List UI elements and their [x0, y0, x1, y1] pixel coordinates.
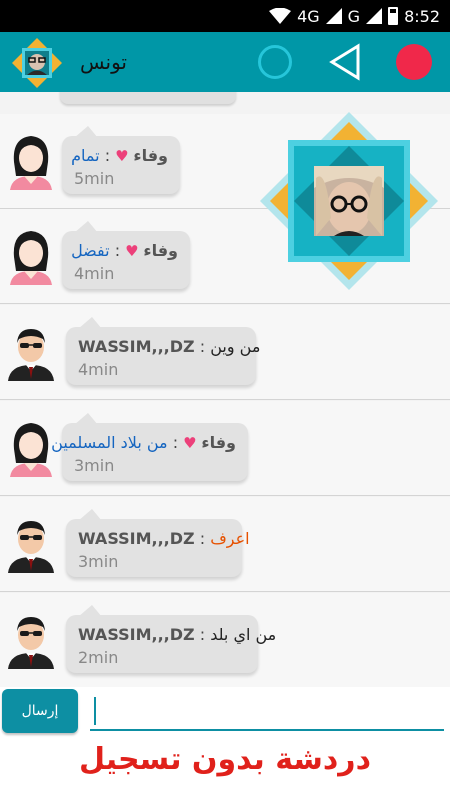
separator: : — [194, 625, 211, 644]
female-avatar[interactable] — [6, 227, 56, 285]
chat-header: تونس — [0, 32, 450, 92]
male-avatar[interactable] — [6, 515, 56, 573]
message-row[interactable]: وفاء ♥ : من بلاد المسلمين 3min — [0, 401, 450, 496]
message-line: WASSIM,,,DZ : من اي بلد — [78, 625, 276, 644]
room-title: تونس — [80, 50, 127, 74]
message-line: WASSIM,,,DZ : اعرف — [78, 529, 250, 548]
heart-icon: ♥ — [183, 434, 202, 452]
battery-icon — [388, 7, 399, 25]
record-button[interactable] — [396, 44, 432, 80]
message-input[interactable] — [90, 691, 444, 731]
network-type-label: 4G — [297, 6, 320, 26]
network-type-label-2: G — [347, 6, 361, 26]
room-avatar[interactable] — [12, 38, 62, 88]
message-text: تفضل — [71, 241, 110, 260]
message-text: من بلاد المسلمين — [51, 433, 168, 452]
sender-name[interactable]: WASSIM,,,DZ — [78, 337, 195, 356]
message-bubble: وفاء ♥ : من بلاد المسلمين 3min — [51, 413, 248, 481]
message-row[interactable]: WASSIM,,,DZ : اعرف 3min — [0, 497, 450, 592]
message-line: وفاء ♥ : تمام — [71, 146, 168, 165]
separator: : — [99, 146, 116, 165]
message-bubble: WASSIM,,,DZ : من وين 4min — [66, 317, 260, 385]
message-text: من اي بلد — [210, 625, 277, 644]
message-text: من وين — [210, 337, 261, 356]
message-row[interactable]: WASSIM,,,DZ : من اي بلد 2min — [0, 593, 450, 687]
wifi-icon — [269, 8, 292, 24]
message-time: 3min — [74, 456, 115, 475]
clock: 8:52 — [404, 6, 440, 26]
sender-name[interactable]: وفاء — [143, 241, 178, 260]
message-time: 3min — [78, 552, 119, 571]
message-time: 4min — [78, 360, 119, 379]
message-bubble: WASSIM,,,DZ : اعرف 3min — [66, 509, 250, 577]
separator: : — [194, 337, 211, 356]
message-bubble: وفاء ♥ : تفضل 4min — [62, 221, 190, 289]
female-avatar[interactable] — [6, 419, 56, 477]
sender-name[interactable]: WASSIM,,,DZ — [78, 625, 195, 644]
message-line: WASSIM,,,DZ : من وين — [78, 337, 260, 356]
male-avatar[interactable] — [6, 323, 56, 381]
sender-name[interactable]: وفاء — [133, 146, 168, 165]
send-button[interactable]: إرسال — [2, 689, 78, 733]
composer-bar: إرسال — [0, 687, 450, 737]
message-text: اعرف — [210, 529, 250, 548]
heart-icon: ♥ — [115, 147, 134, 165]
sender-name[interactable]: وفاء — [201, 433, 236, 452]
back-triangle-icon[interactable] — [328, 43, 362, 81]
male-avatar[interactable] — [6, 611, 56, 669]
message-line: وفاء ♥ : تفضل — [71, 241, 178, 260]
message-text: تمام — [71, 146, 100, 165]
message-time: 4min — [74, 264, 115, 283]
separator: : — [194, 529, 211, 548]
profile-badge[interactable] — [256, 108, 442, 294]
message-time: 2min — [78, 648, 119, 667]
message-row[interactable]: WASSIM,,,DZ : من وين 4min — [0, 305, 450, 400]
previous-message-bubble — [60, 92, 236, 104]
message-bubble: WASSIM,,,DZ : من اي بلد 2min — [66, 605, 276, 673]
separator: : — [167, 433, 184, 452]
message-bubble: وفاء ♥ : تمام 5min — [62, 126, 180, 194]
signal-icon — [325, 8, 342, 24]
message-line: وفاء ♥ : من بلاد المسلمين — [51, 433, 236, 452]
separator: : — [109, 241, 126, 260]
promo-banner: دردشة بدون تسجيل — [79, 742, 371, 777]
signal-icon-2 — [366, 8, 383, 24]
female-avatar[interactable] — [6, 132, 56, 190]
loading-circle-icon[interactable] — [258, 45, 292, 79]
message-time: 5min — [74, 169, 115, 188]
text-cursor — [94, 697, 96, 725]
heart-icon: ♥ — [125, 242, 144, 260]
sender-name[interactable]: WASSIM,,,DZ — [78, 529, 195, 548]
status-bar: 4G G 8:52 — [0, 0, 450, 32]
status-icons: 4G G 8:52 — [269, 0, 440, 32]
